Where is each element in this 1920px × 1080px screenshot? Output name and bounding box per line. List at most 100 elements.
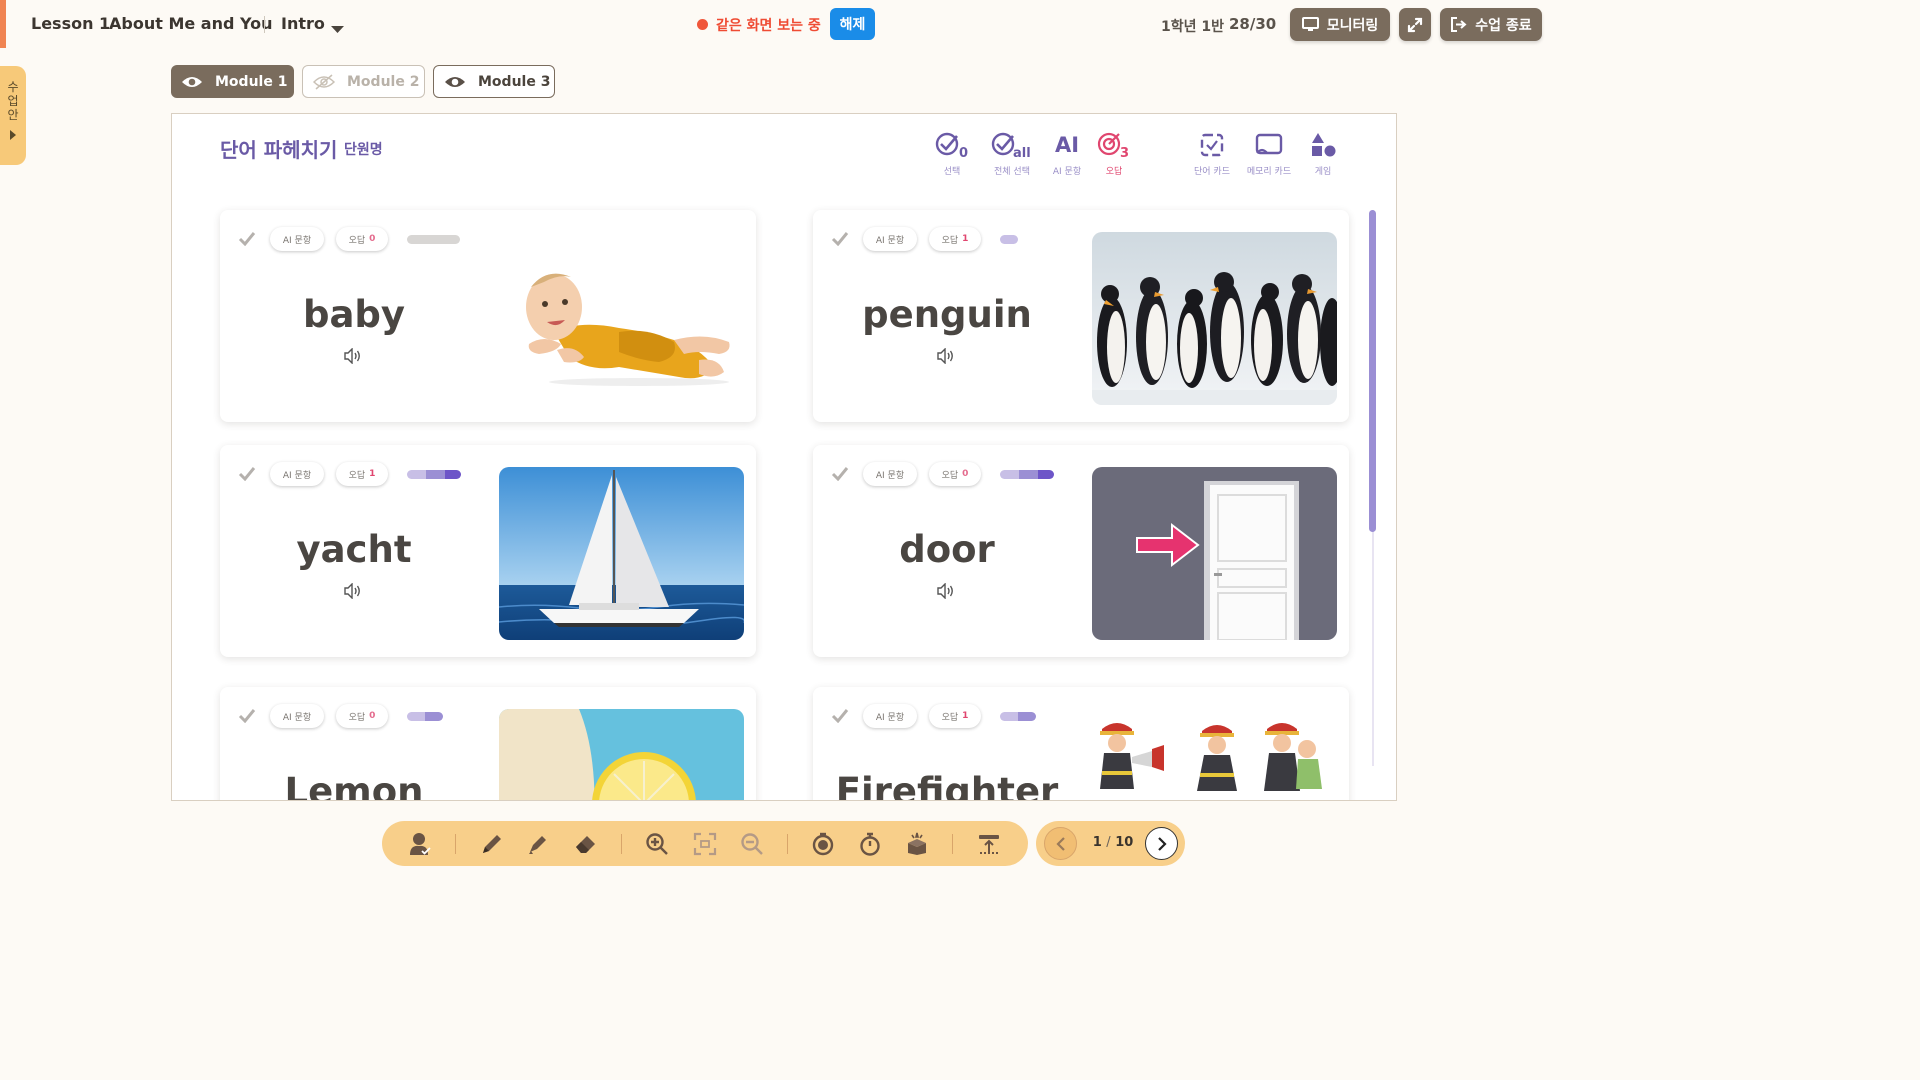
svg-text:0: 0 xyxy=(959,146,968,158)
progress-segment xyxy=(426,470,445,479)
screen-cover-icon[interactable] xyxy=(977,832,1001,856)
ai-question-chip[interactable]: AI 문항 xyxy=(270,462,324,486)
monitoring-button[interactable]: 모니터링 xyxy=(1290,8,1390,41)
wrong-count-chip[interactable]: 오답 0 xyxy=(336,227,388,251)
progress-segment xyxy=(1000,235,1018,244)
activity-title: 단어 파헤치기 xyxy=(220,138,338,162)
progress-segment xyxy=(445,470,461,479)
accent-strip xyxy=(0,0,6,48)
word-card-tool[interactable]: 단어 카드 xyxy=(1182,132,1242,177)
release-button[interactable]: 해제 xyxy=(830,8,875,40)
ai-text-icon: AI xyxy=(1054,133,1080,157)
chevron-down-icon[interactable] xyxy=(330,20,345,39)
check-icon[interactable] xyxy=(831,467,849,481)
fit-screen-icon[interactable] xyxy=(693,832,717,856)
stopwatch-icon[interactable] xyxy=(858,832,882,856)
select-tool[interactable]: 0 선택 xyxy=(922,132,982,177)
activity-panel: 단어 파헤치기 단원명 0 선택 all 전체 선택 AI AI 문항 3 오답 xyxy=(171,113,1397,801)
word-card[interactable]: AI 문항 오답 0 door xyxy=(813,445,1349,657)
module-tab-2[interactable]: Module 2 xyxy=(302,65,425,98)
wrong-count-chip[interactable]: 오답 1 xyxy=(929,227,981,251)
wrong-count-chip[interactable]: 오답 1 xyxy=(336,462,388,486)
ai-question-chip[interactable]: AI 문항 xyxy=(863,227,917,251)
chevron-right-icon xyxy=(1157,836,1167,851)
scrollbar-thumb[interactable] xyxy=(1369,210,1376,532)
lesson-title: About Me and You xyxy=(109,14,273,33)
current-page: 1 xyxy=(1092,835,1102,850)
vocabulary-word: baby xyxy=(302,293,406,336)
ai-chip-label: AI 문항 xyxy=(875,470,905,481)
next-page-button[interactable] xyxy=(1145,827,1178,860)
check-icon[interactable] xyxy=(238,709,256,723)
progress-bar xyxy=(407,235,460,244)
module-tab-1[interactable]: Module 1 xyxy=(171,65,294,98)
progress-bar xyxy=(1000,712,1036,721)
memory-card-icon xyxy=(1255,133,1283,155)
wrong-count-chip[interactable]: 오답 1 xyxy=(929,704,981,728)
random-box-icon[interactable] xyxy=(905,832,929,856)
live-status-text: 같은 화면 보는 중 xyxy=(716,18,821,34)
ai-question-chip[interactable]: AI 문항 xyxy=(863,462,917,486)
wrong-count-chip[interactable]: 오답 0 xyxy=(336,704,388,728)
zoom-in-icon[interactable] xyxy=(645,832,669,856)
highlighter-icon[interactable] xyxy=(526,832,550,856)
progress-segment xyxy=(423,235,439,244)
section-dropdown-label[interactable]: Intro xyxy=(281,14,325,33)
timer-icon[interactable] xyxy=(811,832,835,856)
student-count: 28/30 xyxy=(1229,15,1277,33)
wrong-answer-tool[interactable]: 3 오답 xyxy=(1084,132,1144,177)
wrong-chip-label: 오답 xyxy=(348,235,366,246)
word-card[interactable]: AI 문항 오답 0 Lemon xyxy=(220,687,756,800)
speaker-icon[interactable] xyxy=(343,583,363,599)
lemon-image xyxy=(499,709,744,800)
dock-divider xyxy=(455,834,456,854)
eye-icon xyxy=(182,76,202,87)
wrong-count-chip[interactable]: 오답 0 xyxy=(929,462,981,486)
monitor-icon xyxy=(1301,17,1319,31)
breadcrumb-divider xyxy=(264,16,265,33)
wrong-count: 0 xyxy=(369,711,376,721)
game-tool[interactable]: 게임 xyxy=(1293,132,1353,177)
module-tab-label: Module 1 xyxy=(215,73,288,90)
progress-segment xyxy=(1000,470,1019,479)
vocabulary-word: yacht xyxy=(296,528,412,571)
ai-chip-label: AI 문항 xyxy=(875,712,905,723)
page-navigator: 1 / 10 xyxy=(1036,821,1185,866)
word-card[interactable]: AI 문항 오답 1 penguin xyxy=(813,210,1349,422)
lesson-plan-tab[interactable]: 수업안 xyxy=(0,66,26,165)
eraser-icon[interactable] xyxy=(574,832,598,856)
speaker-icon[interactable] xyxy=(343,348,363,364)
check-icon[interactable] xyxy=(238,467,256,481)
speaker-icon[interactable] xyxy=(936,583,956,599)
check-icon[interactable] xyxy=(831,709,849,723)
ai-chip-label: AI 문항 xyxy=(282,470,312,481)
wrong-chip-label: 오답 xyxy=(348,470,366,481)
speaker-icon[interactable] xyxy=(936,348,956,364)
pen-icon[interactable] xyxy=(480,832,504,856)
unit-name: 단원명 xyxy=(344,142,383,158)
word-card[interactable]: AI 문항 오답 1 Firefighter xyxy=(813,687,1349,800)
student-icon[interactable] xyxy=(408,832,432,856)
game-label: 게임 xyxy=(1314,167,1332,177)
module-tab-3[interactable]: Module 3 xyxy=(433,65,555,98)
word-card[interactable]: AI 문항 오답 0 baby xyxy=(220,210,756,422)
ai-question-chip[interactable]: AI 문항 xyxy=(863,704,917,728)
fullscreen-button[interactable] xyxy=(1399,8,1431,41)
ai-question-chip[interactable]: AI 문항 xyxy=(270,227,324,251)
word-card[interactable]: AI 문항 오답 1 yacht xyxy=(220,445,756,657)
memory-card-tool[interactable]: 메모리 카드 xyxy=(1239,132,1299,177)
select-tool-label: 선택 xyxy=(943,167,961,177)
end-class-button[interactable]: 수업 종료 xyxy=(1440,8,1542,41)
progress-bar xyxy=(407,712,443,721)
baby-image xyxy=(499,232,744,405)
check-icon[interactable] xyxy=(238,232,256,246)
check-icon[interactable] xyxy=(831,232,849,246)
lesson-number: Lesson 1 xyxy=(31,14,111,33)
target-icon: 3 xyxy=(1097,132,1129,158)
monitoring-label: 모니터링 xyxy=(1326,17,1379,34)
dock-divider xyxy=(952,834,953,854)
select-all-tool[interactable]: all 전체 선택 xyxy=(982,132,1042,177)
ai-question-chip[interactable]: AI 문항 xyxy=(270,704,324,728)
previous-page-button[interactable] xyxy=(1044,827,1077,860)
zoom-out-icon[interactable] xyxy=(740,832,764,856)
